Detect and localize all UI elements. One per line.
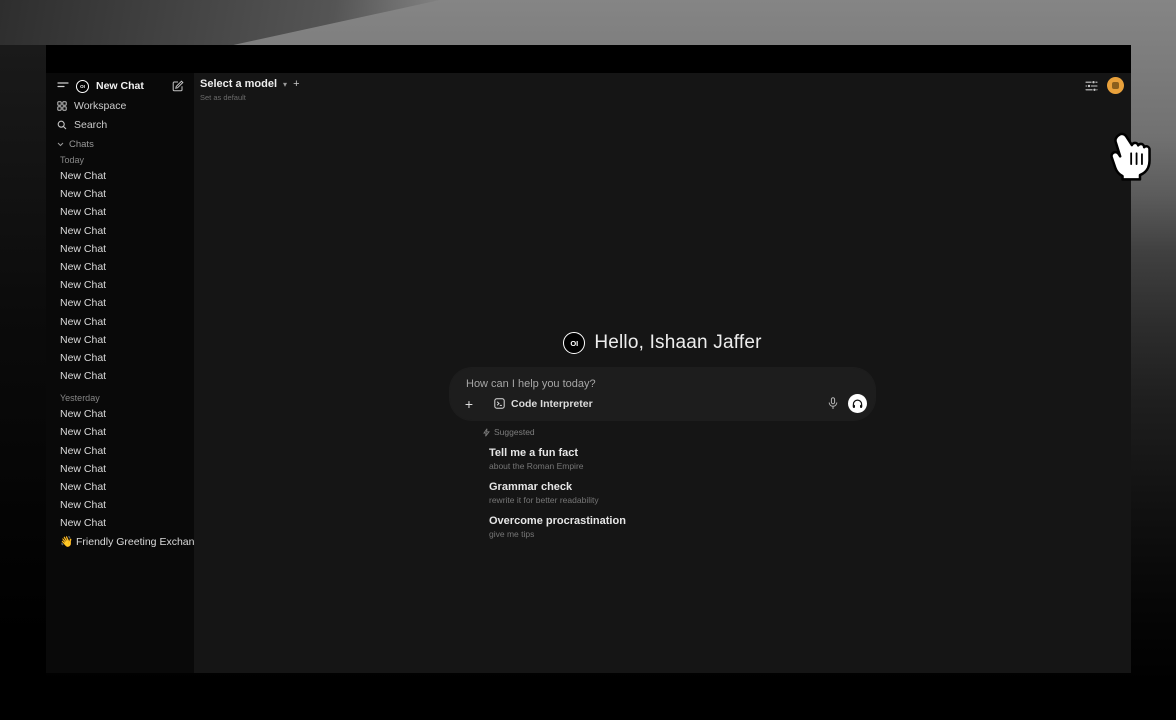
bolt-icon — [483, 428, 490, 437]
screen: OI New Chat Workspace — [0, 0, 1176, 720]
background-shade — [0, 45, 46, 720]
workspace-icon — [57, 101, 67, 111]
controls-sliders-icon[interactable] — [1085, 80, 1098, 92]
sidebar-chat-item[interactable]: New Chat — [46, 478, 194, 496]
sidebar-chat-item[interactable]: New Chat — [46, 222, 194, 240]
sidebar-chat-item[interactable]: New Chat — [46, 460, 194, 478]
prompt-subtitle: give me tips — [489, 529, 875, 540]
prompt-title: Grammar check — [489, 480, 875, 494]
sidebar-chat-item[interactable]: New Chat — [46, 331, 194, 349]
message-input[interactable]: How can I help you today? — [466, 378, 596, 390]
set-default-link[interactable]: Set as default — [200, 93, 300, 102]
chats-section-toggle[interactable]: Chats — [46, 136, 194, 152]
greeting-text: Hello, Ishaan Jaffer — [594, 332, 761, 354]
prompt-subtitle: about the Roman Empire — [489, 461, 875, 472]
code-interpreter-label: Code Interpreter — [511, 398, 593, 410]
background-shape — [0, 0, 440, 46]
sidebar-chat-item[interactable]: New Chat — [46, 514, 194, 532]
add-model-icon[interactable]: + — [293, 79, 299, 89]
sidebar-toggle-icon[interactable] — [57, 81, 69, 91]
chats-label: Chats — [69, 139, 94, 150]
sidebar-chat-item[interactable]: New Chat — [46, 405, 194, 423]
user-avatar[interactable] — [1107, 77, 1124, 94]
window-titlebar — [46, 45, 1131, 73]
app-logo-icon: OI — [563, 332, 585, 354]
suggested-prompt[interactable]: Grammar checkrewrite it for better reada… — [489, 480, 875, 506]
message-composer[interactable]: How can I help you today? + Code Interpr… — [450, 368, 875, 420]
greeting: OI Hello, Ishaan Jaffer — [450, 331, 875, 355]
suggested-label: Suggested — [494, 427, 535, 437]
sidebar-chat-item[interactable]: New Chat — [46, 258, 194, 276]
suggested-prompts: Tell me a fun factabout the Roman Empire… — [489, 446, 875, 540]
microphone-icon[interactable] — [828, 397, 838, 410]
headphones-icon — [852, 399, 863, 409]
sidebar-item-workspace[interactable]: Workspace — [46, 96, 194, 115]
code-interpreter-toggle[interactable]: Code Interpreter — [494, 398, 593, 410]
new-chat-icon[interactable] — [172, 80, 184, 92]
sidebar-chat-item[interactable]: New Chat — [46, 313, 194, 331]
chat-list-yesterday: New ChatNew ChatNew ChatNew ChatNew Chat… — [46, 405, 194, 551]
suggested-prompt[interactable]: Overcome procrastinationgive me tips — [489, 514, 875, 540]
section-label-yesterday: Yesterday — [46, 391, 194, 405]
model-selector-label: Select a model — [200, 78, 277, 90]
chevron-down-icon: ▾ — [283, 80, 287, 89]
sidebar-chat-item[interactable]: New Chat — [46, 167, 194, 185]
workspace-label: Workspace — [74, 100, 126, 112]
prompt-subtitle: rewrite it for better readability — [489, 495, 875, 506]
attach-plus-icon[interactable]: + — [462, 397, 476, 411]
sidebar: OI New Chat Workspace — [46, 73, 194, 673]
section-label-today: Today — [46, 153, 194, 167]
sidebar-chat-item[interactable]: New Chat — [46, 496, 194, 514]
suggested-prompt[interactable]: Tell me a fun factabout the Roman Empire — [489, 446, 875, 472]
search-label: Search — [74, 119, 107, 131]
prompt-title: Overcome procrastination — [489, 514, 875, 528]
prompt-title: Tell me a fun fact — [489, 446, 875, 460]
sidebar-chat-item[interactable]: New Chat — [46, 203, 194, 221]
app-window: OI New Chat Workspace — [46, 45, 1131, 673]
sidebar-chat-item[interactable]: New Chat — [46, 367, 194, 385]
chevron-down-icon — [57, 142, 64, 147]
sidebar-chat-item[interactable]: New Chat — [46, 185, 194, 203]
sidebar-chat-item[interactable]: New Chat — [46, 240, 194, 258]
sidebar-chat-item[interactable]: New Chat — [46, 349, 194, 367]
code-interpreter-icon — [494, 398, 505, 409]
avatar-glyph — [1112, 82, 1119, 89]
sidebar-chat-item[interactable]: 👋 Friendly Greeting Exchange — [46, 533, 194, 551]
chat-list-today: New ChatNew ChatNew ChatNew ChatNew Chat… — [46, 167, 194, 385]
app-logo-icon: OI — [76, 80, 89, 93]
model-selector[interactable]: Select a model ▾ + — [200, 78, 300, 90]
sidebar-chat-item[interactable]: New Chat — [46, 442, 194, 460]
voice-call-button[interactable] — [848, 394, 867, 413]
suggested-header: Suggested — [483, 427, 875, 437]
sidebar-title: New Chat — [96, 80, 144, 92]
sidebar-item-search[interactable]: Search — [46, 115, 194, 134]
sidebar-chat-item[interactable]: New Chat — [46, 276, 194, 294]
sidebar-chat-item[interactable]: New Chat — [46, 294, 194, 312]
search-icon — [57, 120, 67, 130]
main-panel: Select a model ▾ + Set as default OI — [194, 73, 1131, 673]
sidebar-chat-item[interactable]: New Chat — [46, 423, 194, 441]
